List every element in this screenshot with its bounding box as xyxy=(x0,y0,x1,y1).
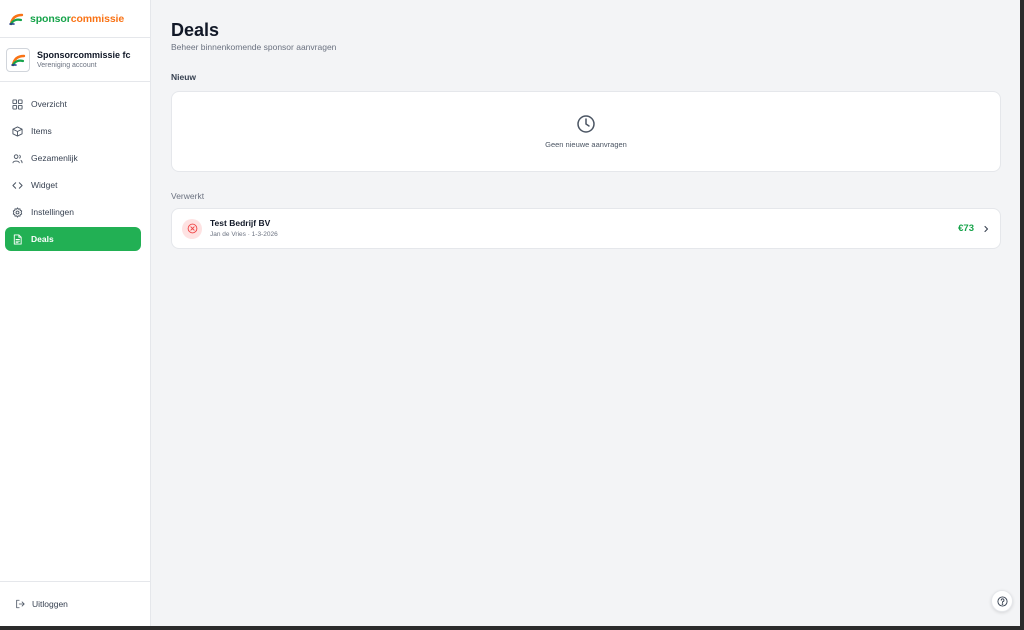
status-badge xyxy=(182,218,202,239)
empty-state-text: Geen nieuwe aanvragen xyxy=(545,140,627,149)
brand-name: sponsorcommissie xyxy=(30,13,124,25)
sidebar-item-label: Deals xyxy=(31,234,54,244)
code-icon xyxy=(12,181,23,189)
x-circle-icon xyxy=(187,223,197,234)
avatar xyxy=(6,47,30,72)
deal-meta: Jan de Vries · 1-3-2026 xyxy=(210,230,278,238)
logout-icon xyxy=(16,599,25,609)
page-subtitle: Beheer binnenkomende sponsor aanvragen xyxy=(171,42,337,52)
sidebar-item-overzicht[interactable]: Overzicht xyxy=(5,92,141,116)
sidebar-item-label: Instellingen xyxy=(31,207,75,217)
account-logo-icon xyxy=(11,54,26,66)
sidebar-item-items[interactable]: Items xyxy=(5,119,141,143)
page-title: Deals xyxy=(171,20,220,40)
sidebar-item-widget[interactable]: Widget xyxy=(5,173,141,197)
sidebar-item-label: Widget xyxy=(31,180,58,190)
sidebar-nav: Overzicht Items Gezamenlijk Widget Inste… xyxy=(0,82,150,251)
account-name: Sponsorcommissie fc xyxy=(37,49,131,60)
sidebar-item-instellingen[interactable]: Instellingen xyxy=(5,200,141,224)
deal-company-name: Test Bedrijf BV xyxy=(210,217,271,228)
clock-icon xyxy=(577,115,595,133)
grid-icon xyxy=(12,98,23,110)
chevron-right-icon xyxy=(984,225,989,232)
logout-label: Uitloggen xyxy=(32,599,68,609)
logout-button[interactable]: Uitloggen xyxy=(0,581,150,626)
deal-row[interactable]: Test Bedrijf BV Jan de Vries · 1-3-2026 … xyxy=(171,208,1001,249)
box-icon xyxy=(12,125,23,137)
sidebar-item-label: Items xyxy=(31,126,52,136)
section-title-nieuw: Nieuw xyxy=(171,72,197,82)
empty-state-card: Geen nieuwe aanvragen xyxy=(171,91,1001,172)
brand-name-part1: sponsor xyxy=(30,12,71,25)
deal-info: Test Bedrijf BV Jan de Vries · 1-3-2026 xyxy=(210,218,958,240)
deal-chevron xyxy=(982,220,990,238)
main-content: Deals Beheer binnenkomende sponsor aanvr… xyxy=(151,0,1020,626)
app-window: sponsorcommissie Sponsorcommissie fc Ver… xyxy=(0,0,1020,626)
sidebar-item-deals[interactable]: Deals xyxy=(5,227,141,251)
brand-name-part2: commissie xyxy=(70,12,125,25)
sidebar-item-label: Overzicht xyxy=(31,99,67,109)
sidebar-item-label: Gezamenlijk xyxy=(31,153,78,163)
logo-icon xyxy=(9,13,24,25)
account-switcher[interactable]: Sponsorcommissie fc Vereniging account xyxy=(0,38,150,82)
users-icon xyxy=(12,153,23,163)
gear-icon xyxy=(12,206,23,218)
sidebar-item-gezamenlijk[interactable]: Gezamenlijk xyxy=(5,146,141,170)
account-type: Vereniging account xyxy=(37,61,97,69)
sidebar: sponsorcommissie Sponsorcommissie fc Ver… xyxy=(0,0,151,626)
document-icon xyxy=(13,233,22,245)
deal-amount: €73 xyxy=(958,223,974,234)
section-title-verwerkt: Verwerkt xyxy=(171,191,205,201)
help-icon xyxy=(996,595,1008,607)
help-button[interactable] xyxy=(991,590,1013,612)
brand[interactable]: sponsorcommissie xyxy=(0,0,150,38)
account-info: Sponsorcommissie fc Vereniging account xyxy=(37,49,131,71)
